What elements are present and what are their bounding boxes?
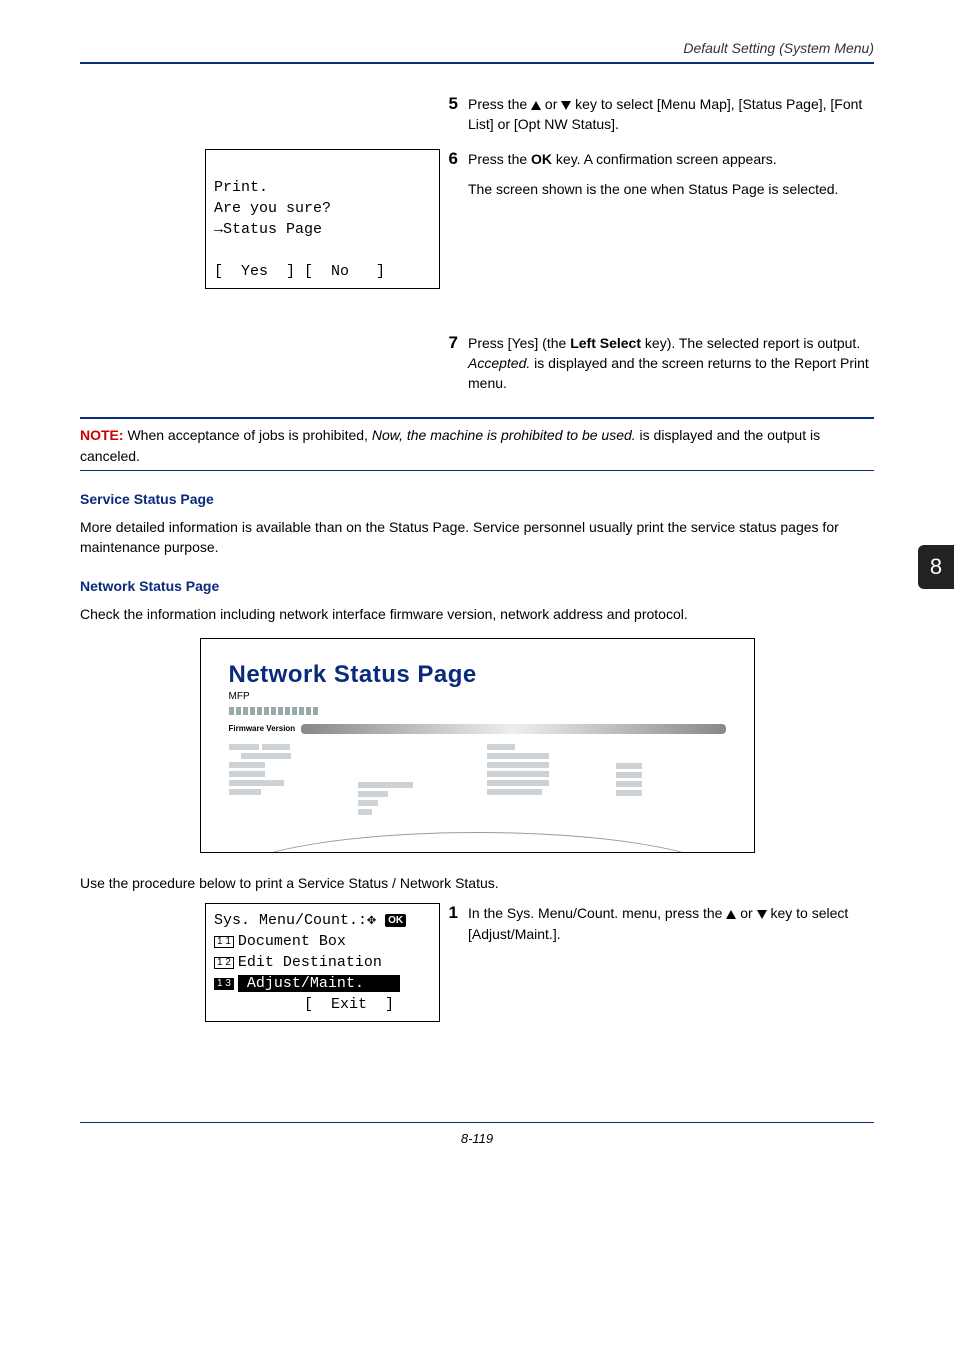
triangle-down-icon bbox=[561, 101, 571, 110]
list-index-icon: 1 3 bbox=[214, 978, 234, 990]
step-1-row: Sys. Menu/Count.:✥ OK 1 1Document Box 1 … bbox=[80, 903, 874, 1022]
procedure-intro: Use the procedure below to print a Servi… bbox=[80, 873, 874, 893]
nav-icon: ✥ bbox=[367, 912, 376, 929]
triangle-up-icon bbox=[531, 101, 541, 110]
ok-icon: OK bbox=[385, 914, 406, 927]
network-status-body: Check the information including network … bbox=[80, 604, 874, 624]
step-5-row: 5 Press the or key to select [Menu Map],… bbox=[80, 94, 874, 135]
triangle-down-icon bbox=[757, 910, 767, 919]
lcd-exit-option: [ Exit ] bbox=[304, 996, 394, 1013]
divider bbox=[80, 470, 874, 471]
lcd-no-option: [ No ] bbox=[304, 263, 385, 280]
step-6-row: Print. Are you sure? →Status Page [ Yes … bbox=[80, 149, 874, 289]
network-status-page-illustration: Network Status Page MFP Firmware Version bbox=[200, 638, 755, 853]
step-5-text: Press the or key to select [Menu Map], [… bbox=[468, 94, 874, 135]
page-header: Default Setting (System Menu) bbox=[80, 40, 874, 64]
divider bbox=[80, 417, 874, 419]
network-status-heading: Network Status Page bbox=[80, 578, 874, 594]
lcd-sys-menu: Sys. Menu/Count.:✥ OK 1 1Document Box 1 … bbox=[205, 903, 440, 1022]
page-curl bbox=[221, 832, 734, 853]
step-1-number: 1 bbox=[440, 903, 468, 1022]
note-block: NOTE: When acceptance of jobs is prohibi… bbox=[80, 425, 874, 466]
page-footer: 8-119 bbox=[80, 1122, 874, 1146]
step-7-number: 7 bbox=[440, 333, 468, 394]
page-number: 8-119 bbox=[461, 1131, 493, 1146]
list-index-icon: 1 1 bbox=[214, 936, 234, 948]
chapter-tab: 8 bbox=[918, 545, 954, 589]
placeholder-grid bbox=[229, 744, 726, 818]
service-status-heading: Service Status Page bbox=[80, 491, 874, 507]
step-1-text: In the Sys. Menu/Count. menu, press the … bbox=[468, 903, 874, 1022]
lcd-confirm-print: Print. Are you sure? →Status Page [ Yes … bbox=[205, 149, 440, 289]
step-5-number: 5 bbox=[440, 94, 468, 135]
gradient-bar bbox=[301, 724, 725, 734]
lcd-yes-option: [ Yes ] bbox=[214, 263, 295, 280]
note-label: NOTE: bbox=[80, 427, 124, 443]
service-status-body: More detailed information is available t… bbox=[80, 517, 874, 558]
list-index-icon: 1 2 bbox=[214, 957, 234, 969]
step-6-number: 6 bbox=[440, 149, 468, 289]
header-text: Default Setting (System Menu) bbox=[683, 40, 874, 56]
placeholder-bars bbox=[229, 702, 726, 718]
step-7-row: 7 Press [Yes] (the Left Select key). The… bbox=[80, 333, 874, 394]
step-6-text: Press the OK key. A confirmation screen … bbox=[468, 149, 874, 289]
triangle-up-icon bbox=[726, 910, 736, 919]
step-7-text: Press [Yes] (the Left Select key). The s… bbox=[468, 333, 874, 394]
